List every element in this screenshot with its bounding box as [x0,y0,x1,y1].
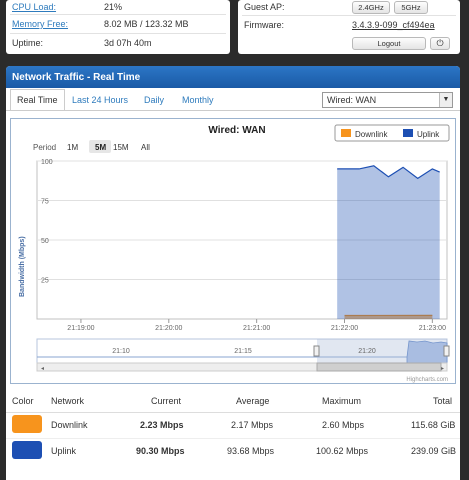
panel-title: Network Traffic - Real Time [6,66,460,88]
interface-select-value: Wired: WAN [327,95,377,105]
y-tick-label: 75 [41,199,49,206]
uptime-label: Uptime: [12,38,44,48]
legend-swatch-uplink [403,129,413,137]
highcharts-credit[interactable]: Highcharts.com [406,377,448,383]
header-total: Total [433,396,453,406]
row-network: Uplink [51,446,77,456]
power-icon[interactable]: ⏻ [430,37,450,50]
x-tick-label: 21:20:00 [155,325,182,332]
row-average: 93.68 Mbps [227,446,275,456]
period-all-button[interactable]: All [141,143,150,152]
period-5m-button[interactable]: 5M [95,143,106,152]
scroll-left-icon[interactable]: ◂ [41,366,44,372]
plot-x-axis: 21:19:00 21:20:00 21:21:00 21:22:00 21:23:00 [67,319,446,332]
legend-label-downlink[interactable]: Downlink [355,130,388,139]
x-tick-label: 21:23:00 [419,325,446,332]
firmware-label: Firmware: [244,20,284,30]
navigator-window[interactable] [317,339,447,363]
header-current: Current [151,396,182,406]
plot-series [337,165,440,319]
guest-5ghz-button[interactable]: 5GHz [394,1,428,14]
header-color: Color [12,396,34,406]
period-label: Period [33,143,56,152]
x-tick-label: 21:19:00 [67,325,94,332]
cpu-load-label[interactable]: CPU Load: [12,2,56,12]
logout-button[interactable]: Logout [352,37,426,50]
interface-select[interactable]: Wired: WAN ▼ [322,92,453,108]
tab-divider [6,110,460,111]
y-axis-label: Bandwidth (Mbps) [19,236,26,297]
row-total: 115.68 GiB [411,420,456,430]
system-status-panel: CPU Load: 21% Memory Free: 8.02 MB / 123… [6,0,230,54]
guest-ap-label: Guest AP: [244,2,285,12]
navigator-tick: 21:20 [358,348,376,355]
scroll-right-icon[interactable]: ▸ [441,366,444,372]
downlink-color-swatch [12,415,42,433]
y-tick-label: 50 [41,238,49,245]
firmware-version-link[interactable]: 3.4.3.9-099_cf494ea [352,20,435,30]
row-current: 2.23 Mbps [140,420,184,430]
tab-last-24-hours[interactable]: Last 24 Hours [72,95,128,105]
x-tick-label: 21:22:00 [331,325,358,332]
header-maximum: Maximum [322,396,362,406]
legend-swatch-downlink [341,129,351,137]
row-current: 90.30 Mbps [136,446,185,456]
divider [242,15,456,16]
row-maximum: 100.62 Mbps [316,446,369,456]
divider [10,33,226,34]
tab-daily[interactable]: Daily [144,95,164,105]
tab-monthly[interactable]: Monthly [182,95,214,105]
period-1m-button[interactable]: 1M [67,143,78,152]
header-average: Average [236,396,270,406]
navigator-handle-left[interactable] [313,345,320,357]
scrollbar-thumb[interactable] [316,362,442,372]
row-maximum: 2.60 Mbps [322,420,365,430]
uplink-series-area [337,165,440,319]
chevron-down-icon[interactable]: ▼ [439,93,452,107]
chart-title: Wired: WAN [208,125,265,136]
x-tick-label: 21:21:00 [243,325,270,332]
navigator-tick: 21:10 [112,348,130,355]
y-tick-label: 100 [41,159,53,166]
y-tick-label: 25 [41,278,49,285]
network-traffic-panel: Network Traffic - Real Time Real Time La… [6,66,460,480]
navigator-tick: 21:15 [234,348,252,355]
network-info-panel: Guest AP: 2.4GHz 5GHz Firmware: 3.4.3.9-… [238,0,460,54]
memory-free-value: 8.02 MB / 123.32 MB [104,19,189,29]
table-divider [6,412,460,413]
navigator-handle-right[interactable] [443,345,450,357]
row-average: 2.17 Mbps [231,420,274,430]
header-network: Network [51,396,85,406]
uptime-value: 3d 07h 40m [104,38,152,48]
row-network: Downlink [51,420,88,430]
row-divider [6,438,460,439]
traffic-chart: Wired: WAN Downlink Uplink Period 1M 5M … [10,118,456,384]
traffic-chart-svg: Wired: WAN Downlink Uplink Period 1M 5M … [19,124,450,383]
legend-label-uplink[interactable]: Uplink [417,130,440,139]
guest-2-4ghz-button[interactable]: 2.4GHz [352,1,390,14]
tab-real-time[interactable]: Real Time [10,89,65,111]
period-15m-button[interactable]: 15M [113,143,129,152]
memory-free-label[interactable]: Memory Free: [12,19,68,29]
uplink-color-swatch [12,441,42,459]
cpu-load-value: 21% [104,2,123,12]
divider [10,14,226,15]
row-total: 239.09 GiB [411,446,457,456]
